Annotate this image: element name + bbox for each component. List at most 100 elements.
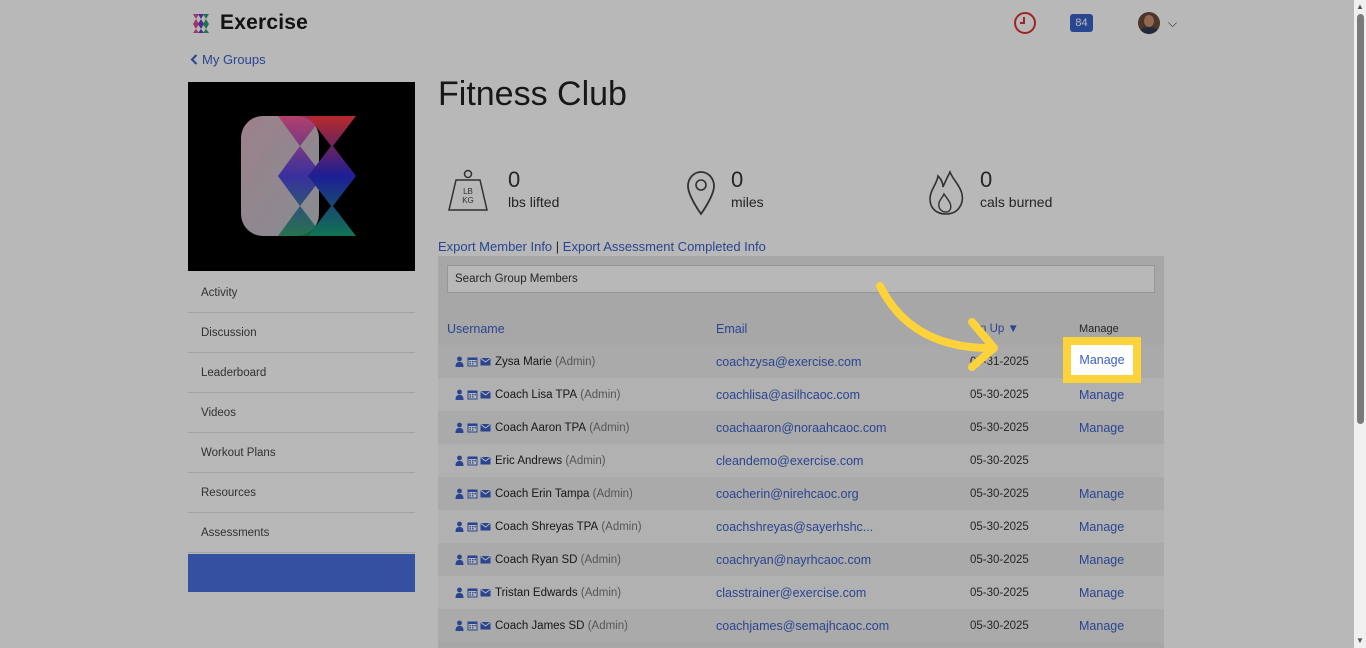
manage-link[interactable]: Manage xyxy=(1070,609,1164,642)
row-action-icons xyxy=(454,488,491,499)
sidebar-item-workout-plans[interactable]: Workout Plans xyxy=(188,433,415,473)
manage-link[interactable]: Manage xyxy=(1070,543,1164,576)
member-role: (Admin) xyxy=(587,619,628,632)
page: Exercise 84 ⌵ My Groups Activity Discuss… xyxy=(0,0,1366,648)
cals-value: 0 xyxy=(980,167,993,192)
mail-icon[interactable] xyxy=(480,521,491,532)
location-pin-icon xyxy=(687,171,715,216)
username-cell: Coach Ryan SD (Admin) xyxy=(438,554,716,566)
calendar-icon[interactable] xyxy=(467,554,478,565)
row-action-icons xyxy=(454,521,491,532)
page-title: Fitness Club xyxy=(438,75,627,113)
member-name: Eric Andrews xyxy=(495,454,563,467)
mail-icon[interactable] xyxy=(480,455,491,466)
sidebar-item-members[interactable]: Members xyxy=(188,554,415,592)
notification-badge[interactable]: 84 xyxy=(1070,14,1093,32)
calendar-icon[interactable] xyxy=(467,356,478,367)
member-role: (Admin) xyxy=(565,454,606,467)
manage-button-highlighted[interactable]: Manage xyxy=(1071,345,1133,375)
calendar-icon[interactable] xyxy=(467,389,478,400)
member-email-link[interactable]: classtrainer@exercise.com xyxy=(716,586,970,600)
mail-icon[interactable] xyxy=(480,554,491,565)
row-action-icons xyxy=(454,356,491,367)
app-logo[interactable]: Exercise xyxy=(190,11,308,35)
user-icon[interactable] xyxy=(454,488,465,499)
sidebar-item-leaderboard[interactable]: Leaderboard xyxy=(188,353,415,393)
mail-icon[interactable] xyxy=(480,488,491,499)
manage-link[interactable]: Manage xyxy=(1070,576,1164,609)
calendar-icon[interactable] xyxy=(467,587,478,598)
member-email-link[interactable]: coachjames@semajhcaoc.com xyxy=(716,619,970,633)
signup-date: 05-30-2025 xyxy=(970,520,1029,533)
member-name: Coach James SD xyxy=(495,619,585,632)
member-name: Coach Aaron TPA xyxy=(495,421,586,434)
chevron-left-icon xyxy=(190,54,198,65)
scrollbar[interactable]: ▲ ▼ xyxy=(1354,0,1366,648)
search-input[interactable]: Search Group Members xyxy=(447,265,1155,293)
sidebar-item-activity[interactable]: Activity xyxy=(188,273,415,313)
sidebar-item-videos[interactable]: Videos xyxy=(188,393,415,433)
manage-link[interactable]: Manage xyxy=(1070,477,1164,510)
sidebar-item-discussion[interactable]: Discussion xyxy=(188,313,415,353)
member-email-link[interactable]: coachryan@nayrhcaoc.com xyxy=(716,553,970,567)
user-icon[interactable] xyxy=(454,554,465,565)
user-icon[interactable] xyxy=(454,521,465,532)
scroll-down-icon[interactable]: ▼ xyxy=(1356,636,1364,645)
calendar-icon[interactable] xyxy=(467,620,478,631)
table-row: Tristan Edwards (Admin) classtrainer@exer… xyxy=(438,576,1164,609)
scrollbar-thumb[interactable] xyxy=(1357,14,1364,424)
table-body: Zysa Marie (Admin) coachzysa@exercise.com… xyxy=(438,345,1164,642)
signup-date: 05-30-2025 xyxy=(970,619,1029,632)
mail-icon[interactable] xyxy=(480,620,491,631)
export-assessment-link[interactable]: Export Assessment Completed Info xyxy=(563,239,766,254)
weight-icon: LB KG xyxy=(448,169,488,211)
calendar-icon[interactable] xyxy=(467,488,478,499)
signup-date: 05-30-2025 xyxy=(970,487,1029,500)
member-email-link[interactable]: coachaaron@noraahcaoc.com xyxy=(716,421,970,435)
col-username[interactable]: Username xyxy=(438,322,716,336)
username-cell: Tristan Edwards (Admin) xyxy=(438,587,716,599)
member-role: (Admin) xyxy=(601,520,642,533)
chevron-down-icon[interactable]: ⌵ xyxy=(1168,16,1177,31)
clock-icon[interactable] xyxy=(1014,12,1036,34)
scroll-up-icon[interactable]: ▲ xyxy=(1356,2,1364,11)
mail-icon[interactable] xyxy=(480,356,491,367)
user-icon[interactable] xyxy=(454,356,465,367)
member-name: Coach Ryan SD xyxy=(495,553,578,566)
calendar-icon[interactable] xyxy=(467,455,478,466)
username-cell: Coach Erin Tampa (Admin) xyxy=(438,488,716,500)
member-role: (Admin) xyxy=(580,586,622,599)
svg-text:LB: LB xyxy=(463,187,473,196)
miles-value: 0 xyxy=(731,167,744,192)
sidebar-item-assessments[interactable]: Assessments xyxy=(188,513,415,553)
user-icon[interactable] xyxy=(454,422,465,433)
avatar[interactable] xyxy=(1138,12,1160,34)
user-icon[interactable] xyxy=(454,389,465,400)
member-email-link[interactable]: cleandemo@exercise.com xyxy=(716,454,970,468)
table-row: Zysa Marie (Admin) coachzysa@exercise.com… xyxy=(438,345,1164,378)
member-email-link[interactable]: coachshreyas@sayerhshc... xyxy=(716,520,970,534)
manage-link[interactable]: Manage xyxy=(1070,411,1164,444)
user-icon[interactable] xyxy=(454,620,465,631)
sidebar-item-resources[interactable]: Resources xyxy=(188,473,415,513)
table-row: Coach James SD (Admin) coachjames@semajhc… xyxy=(438,609,1164,642)
lbs-lifted-value: 0 xyxy=(508,167,521,192)
export-member-info-link[interactable]: Export Member Info xyxy=(438,239,552,254)
user-icon[interactable] xyxy=(454,587,465,598)
app-name: Exercise xyxy=(220,11,309,34)
calendar-icon[interactable] xyxy=(467,422,478,433)
row-action-icons xyxy=(454,389,491,400)
mail-icon[interactable] xyxy=(480,422,491,433)
username-cell: Coach James SD (Admin) xyxy=(438,620,716,632)
member-email-link[interactable]: coacherin@nirehcaoc.org xyxy=(716,487,970,501)
group-sidebar-nav: Activity Discussion Leaderboard Videos W… xyxy=(188,273,415,592)
mail-icon[interactable] xyxy=(480,389,491,400)
mail-icon[interactable] xyxy=(480,587,491,598)
exercise-logo-icon xyxy=(193,14,209,33)
manage-link[interactable]: Manage xyxy=(1070,510,1164,543)
calendar-icon[interactable] xyxy=(467,521,478,532)
pointer-arrow-icon xyxy=(876,282,998,371)
user-icon[interactable] xyxy=(454,455,465,466)
back-to-my-groups-link[interactable]: My Groups xyxy=(190,52,266,67)
member-email-link[interactable]: coachlisa@asilhcaoc.com xyxy=(716,388,970,402)
